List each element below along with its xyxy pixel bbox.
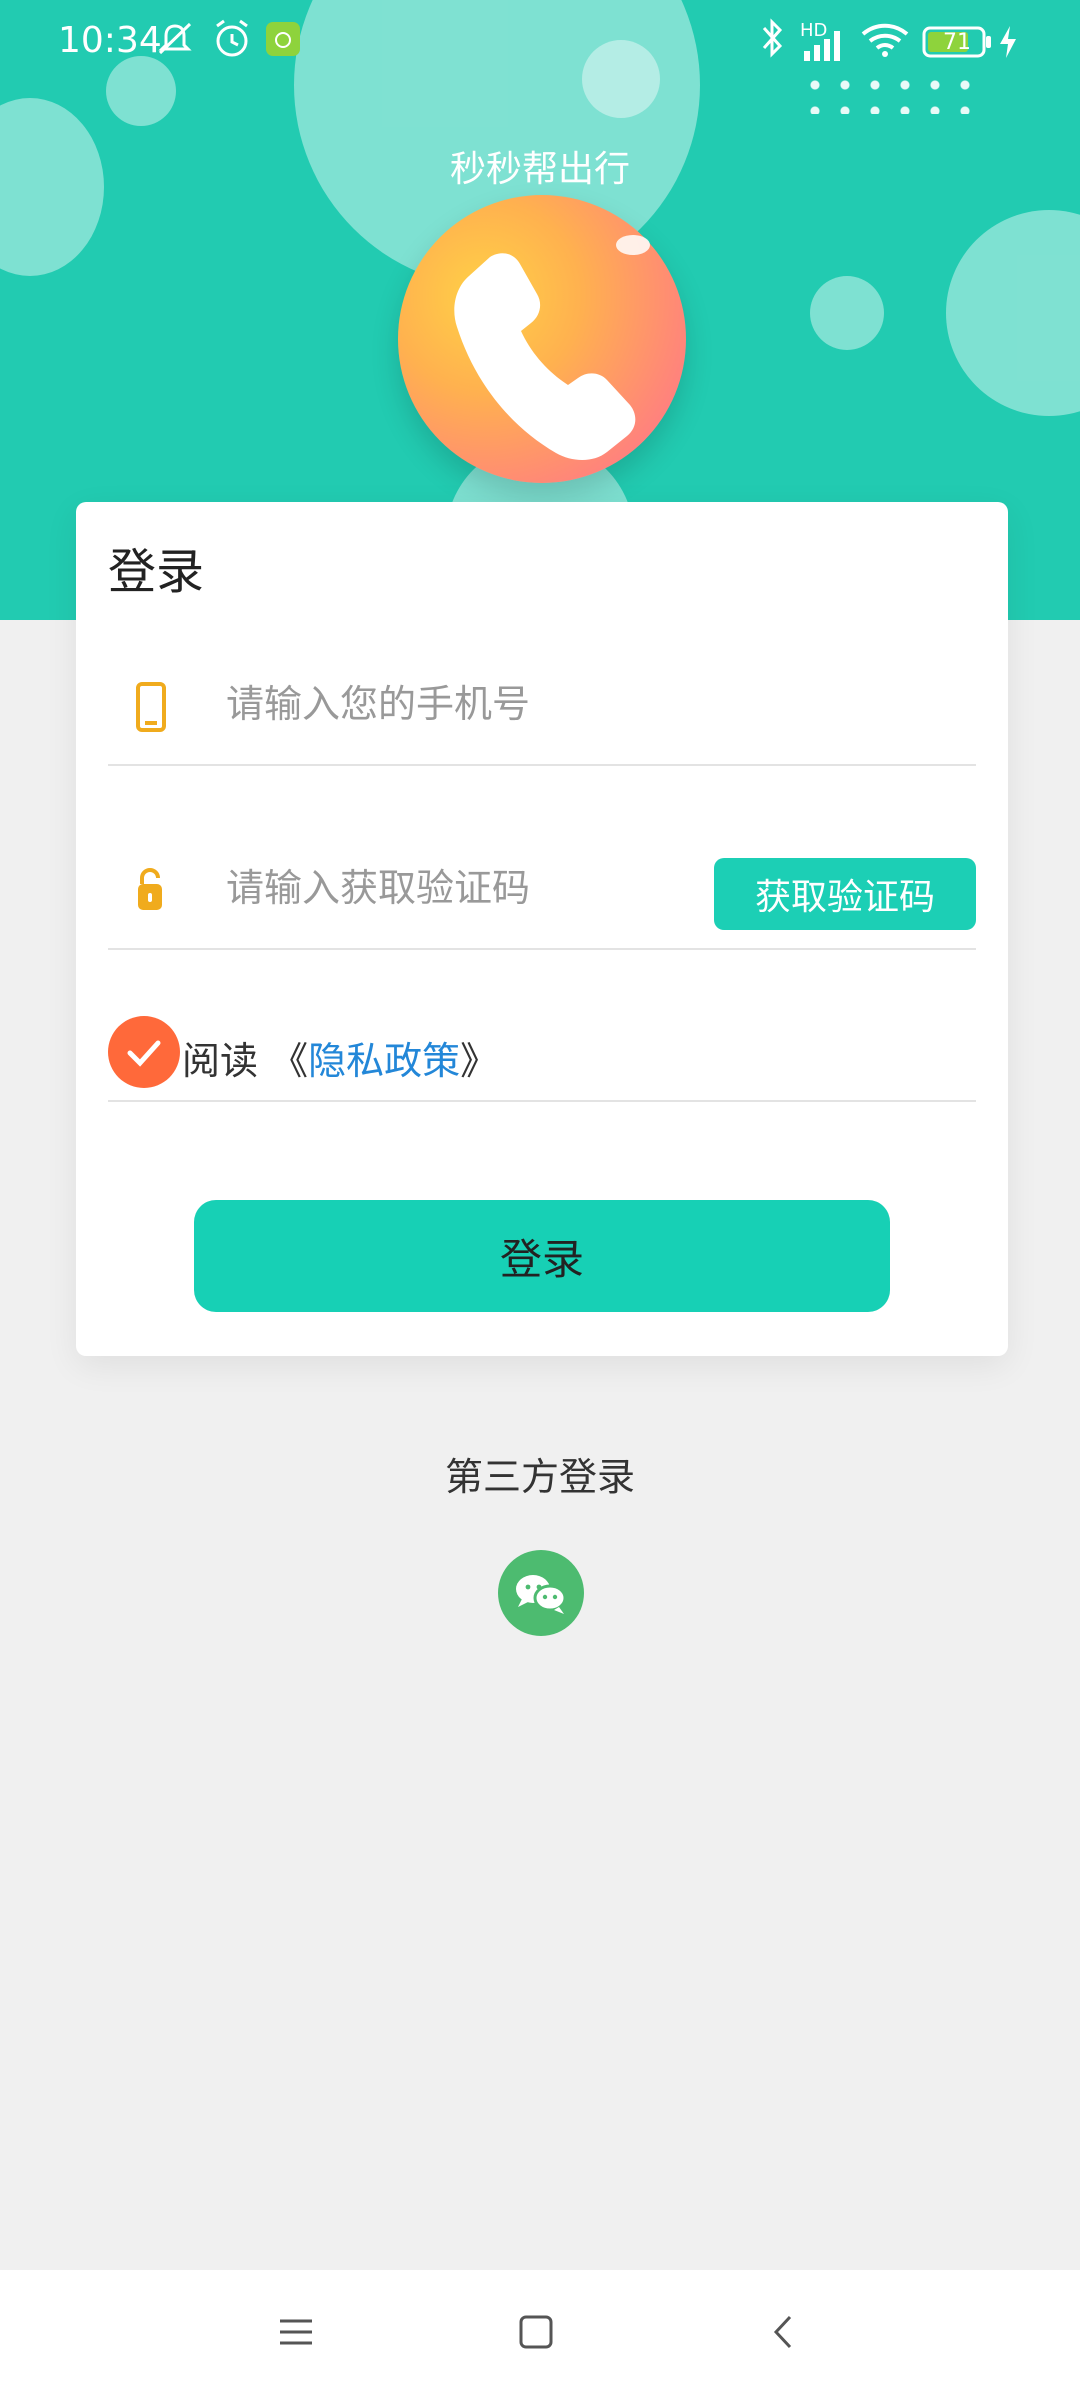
app-notification-icon [266, 22, 300, 65]
battery-level: 71 [943, 30, 971, 55]
phone-field-row [108, 644, 976, 766]
decorative-bubble [810, 276, 884, 350]
status-time: 10:34 [58, 20, 162, 61]
home-icon[interactable] [518, 2314, 554, 2354]
back-icon[interactable] [766, 2314, 802, 2354]
menu-icon[interactable] [278, 2314, 314, 2354]
login-button[interactable]: 登录 [194, 1200, 890, 1312]
phone-input[interactable] [226, 674, 706, 734]
code-field-row: 获取验证码 [108, 828, 976, 950]
decorative-bubble [946, 210, 1080, 416]
charging-icon [998, 26, 1018, 67]
card-title: 登录 [108, 544, 205, 600]
agreement-prefix: 阅读 [182, 1039, 259, 1083]
wechat-icon [516, 1575, 567, 1614]
login-card: 登录 获取验证码 阅读 《隐私政策》 登录 [76, 502, 1008, 1356]
bluetooth-icon [758, 16, 786, 69]
agreement-close-bracket: 》 [460, 1039, 499, 1083]
wechat-login-button[interactable] [498, 1550, 584, 1636]
verification-code-input[interactable] [226, 858, 706, 918]
mute-icon [154, 18, 196, 69]
lock-icon [136, 868, 164, 916]
agreement-text: 阅读 《隐私政策》 [182, 1030, 498, 1085]
agreement-checkbox[interactable] [108, 1016, 180, 1088]
alarm-icon [212, 18, 252, 69]
app-logo [398, 195, 686, 483]
wifi-icon [860, 22, 910, 67]
mobile-phone-icon [136, 682, 166, 736]
app-title: 秒秒帮出行 [449, 149, 630, 190]
agreement-row: 阅读 《隐私政策》 [108, 958, 976, 1102]
agreement-open-bracket: 《 [258, 1039, 309, 1083]
third-party-login-label: 第三方登录 [444, 1455, 635, 1499]
signal-icon [804, 30, 848, 70]
logo-gloss [616, 235, 650, 255]
status-bar: 10:34 HD 71 [0, 0, 1080, 84]
privacy-policy-link[interactable]: 隐私政策 [308, 1039, 460, 1083]
get-code-button[interactable]: 获取验证码 [714, 858, 976, 930]
checkmark-icon [127, 1040, 161, 1067]
navigation-bar [0, 2270, 1080, 2400]
